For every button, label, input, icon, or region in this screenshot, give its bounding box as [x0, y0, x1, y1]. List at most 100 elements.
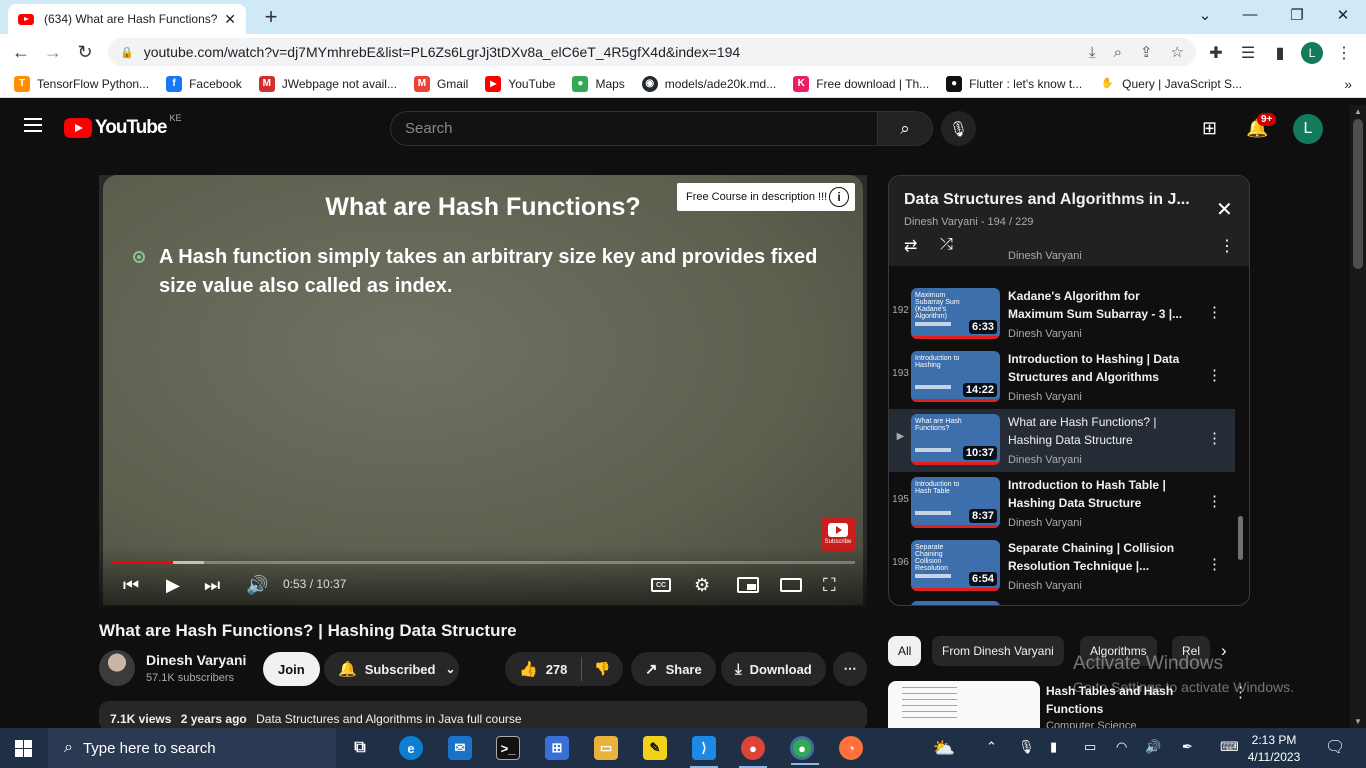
- store-icon[interactable]: ⊞: [545, 736, 569, 760]
- taskbar-search-input[interactable]: ⌕ Type here to search: [48, 728, 336, 768]
- bookmark-youtube[interactable]: ▶ YouTube: [485, 75, 555, 92]
- menu-hamburger-icon[interactable]: [24, 118, 42, 132]
- list-item[interactable]: 192 Maximum Subarray Sum (Kadane's Algor…: [889, 283, 1235, 346]
- bookmark-facebook[interactable]: f Facebook: [166, 75, 242, 92]
- side-panel-icon[interactable]: ▮: [1270, 43, 1290, 63]
- create-video-icon[interactable]: ⊞: [1202, 118, 1217, 139]
- playlist-title[interactable]: Data Structures and Algorithms in J...: [904, 191, 1204, 209]
- channel-name[interactable]: Dinesh Varyani: [146, 652, 246, 668]
- list-item[interactable]: 195 Introduction to Hash Table 8:37 Intro…: [889, 472, 1235, 535]
- info-icon[interactable]: i: [829, 187, 849, 207]
- terminal-icon[interactable]: >_: [496, 736, 520, 760]
- fullscreen-icon[interactable]: ⛶: [823, 575, 836, 596]
- channel-avatar[interactable]: [99, 650, 135, 686]
- vscode-icon[interactable]: ⟩: [690, 736, 718, 768]
- zoom-icon[interactable]: ⌕: [1114, 44, 1122, 61]
- bookmark-gmail[interactable]: M Gmail: [413, 75, 468, 92]
- scroll-up-arrow-icon[interactable]: ▲: [1354, 107, 1362, 116]
- chip-all[interactable]: All: [888, 636, 922, 666]
- settings-gear-icon[interactable]: ⚙: [694, 575, 710, 596]
- notification-center-icon[interactable]: 🗨: [1325, 737, 1345, 757]
- playlist-item-thumbnail[interactable]: Maximum Subarray Sum (Kadane's Algorithm…: [911, 288, 1000, 339]
- list-item[interactable]: [889, 598, 1235, 605]
- reading-list-icon[interactable]: ☰: [1238, 43, 1258, 63]
- battery-icon[interactable]: ▭: [1084, 739, 1096, 755]
- chrome-icon[interactable]: ●: [739, 736, 767, 768]
- volume-icon[interactable]: 🔊: [246, 575, 268, 596]
- playlist-item-title[interactable]: What are Hash Functions? | Hashing Data …: [1008, 413, 1188, 449]
- new-tab-button[interactable]: +: [258, 4, 284, 30]
- playlist-item-thumbnail[interactable]: What are Hash Functions? 10:37: [911, 414, 1000, 465]
- like-count[interactable]: 278: [546, 662, 568, 677]
- restore-button[interactable]: ❐: [1287, 6, 1307, 24]
- bookmark-star-icon[interactable]: ☆: [1171, 43, 1184, 61]
- chrome-profile-icon[interactable]: ●: [790, 736, 819, 765]
- more-actions-button[interactable]: ⋯: [833, 652, 867, 686]
- item-menu-icon[interactable]: ⋮: [1207, 555, 1222, 573]
- item-menu-icon[interactable]: ⋮: [1207, 492, 1222, 510]
- previous-video-icon[interactable]: ⏮: [123, 575, 139, 596]
- firefox-icon[interactable]: ◔: [839, 736, 863, 760]
- browser-menu-icon[interactable]: ⋮: [1334, 43, 1354, 63]
- close-playlist-icon[interactable]: ✕: [1216, 197, 1233, 222]
- close-tab-icon[interactable]: ✕: [224, 11, 236, 28]
- volume-tray-icon[interactable]: 🔊: [1145, 739, 1161, 755]
- item-menu-icon[interactable]: ⋮: [1207, 429, 1222, 447]
- back-button[interactable]: ←: [10, 42, 32, 63]
- reload-button[interactable]: ↻: [74, 42, 96, 63]
- download-button[interactable]: ⤓ Download: [721, 652, 826, 686]
- address-bar[interactable]: 🔒 youtube.com/watch?v=dj7MYmhrebE&list=P…: [108, 38, 1196, 66]
- tray-overflow-chevron-icon[interactable]: ⌃: [986, 739, 997, 755]
- progress-bar[interactable]: [111, 561, 855, 564]
- play-icon[interactable]: ▶: [166, 575, 180, 596]
- share-button[interactable]: ↗ Share: [631, 652, 716, 686]
- scroll-down-arrow-icon[interactable]: ▼: [1354, 717, 1362, 726]
- playlist-item-thumbnail[interactable]: Introduction to Hashing 14:22: [911, 351, 1000, 402]
- dislike-icon[interactable]: 👎: [594, 661, 610, 677]
- playlist-item-thumbnail[interactable]: Introduction to Hash Table 8:37: [911, 477, 1000, 528]
- keyboard-icon[interactable]: ⌨: [1220, 739, 1239, 755]
- extensions-puzzle-icon[interactable]: ✚: [1206, 43, 1226, 63]
- install-app-icon[interactable]: ⤓: [1089, 44, 1096, 61]
- list-item[interactable]: 193 Introduction to Hashing 14:22 Introdu…: [889, 346, 1235, 409]
- like-icon[interactable]: 👍: [519, 660, 538, 678]
- account-avatar[interactable]: L: [1293, 114, 1323, 144]
- bookmark-flutter[interactable]: ● Flutter : let's know t...: [946, 75, 1082, 92]
- recommendation-thumbnail[interactable]: [888, 681, 1040, 728]
- bookmark-github[interactable]: ◉ models/ade20k.md...: [641, 75, 776, 92]
- video-player[interactable]: What are Hash Functions? A Hash function…: [99, 175, 867, 607]
- chip-from-channel[interactable]: From Dinesh Varyani: [932, 636, 1064, 666]
- search-input[interactable]: Search: [390, 111, 878, 146]
- list-item[interactable]: Dinesh Varyani: [889, 246, 1235, 270]
- bookmark-tensorflow[interactable]: T TensorFlow Python...: [14, 75, 149, 92]
- bookmark-query[interactable]: ✋ Query | JavaScript S...: [1099, 75, 1242, 92]
- pen-icon[interactable]: ✒: [1182, 739, 1193, 755]
- close-window-button[interactable]: ✕: [1333, 6, 1353, 24]
- minimize-button[interactable]: —: [1240, 6, 1260, 23]
- edge-icon[interactable]: e: [399, 736, 423, 760]
- item-menu-icon[interactable]: ⋮: [1207, 303, 1222, 321]
- share-icon[interactable]: ⇪: [1140, 43, 1153, 61]
- bookmarks-overflow-icon[interactable]: »: [1344, 76, 1352, 92]
- description-box[interactable]: 7.1K views 2 years ago Data Structures a…: [99, 701, 867, 731]
- next-video-icon[interactable]: ⏭: [204, 575, 220, 596]
- task-view-icon[interactable]: ⧉: [348, 736, 372, 760]
- list-item-current[interactable]: ▶ What are Hash Functions? 10:37 What are…: [889, 409, 1235, 472]
- playlist-item-title[interactable]: Introduction to Hashing | Data Structure…: [1008, 350, 1188, 386]
- taskbar-clock[interactable]: 2:13 PM 4/11/2023: [1246, 732, 1302, 766]
- scrollbar-thumb[interactable]: [1353, 119, 1363, 269]
- bookmark-free-download[interactable]: K Free download | Th...: [793, 75, 929, 92]
- join-button[interactable]: Join: [263, 652, 320, 686]
- theater-mode-icon[interactable]: [780, 578, 802, 592]
- channel-watermark[interactable]: Subscribe: [821, 517, 855, 551]
- playlist-item-thumbnail[interactable]: [911, 601, 1000, 605]
- playlist-item-title[interactable]: Introduction to Hash Table | Hashing Dat…: [1008, 476, 1188, 512]
- tray-app-icon[interactable]: ▮: [1050, 739, 1057, 755]
- forward-button[interactable]: →: [42, 42, 64, 63]
- playlist-item-thumbnail[interactable]: Separate Chaining Collision Resolution 6:…: [911, 540, 1000, 591]
- sticky-notes-icon[interactable]: ✎: [643, 736, 667, 760]
- file-explorer-icon[interactable]: ▭: [594, 736, 618, 760]
- mail-icon[interactable]: ✉: [448, 736, 472, 760]
- wifi-icon[interactable]: ◠: [1116, 739, 1127, 755]
- playlist-item-title[interactable]: Separate Chaining | Collision Resolution…: [1008, 539, 1188, 575]
